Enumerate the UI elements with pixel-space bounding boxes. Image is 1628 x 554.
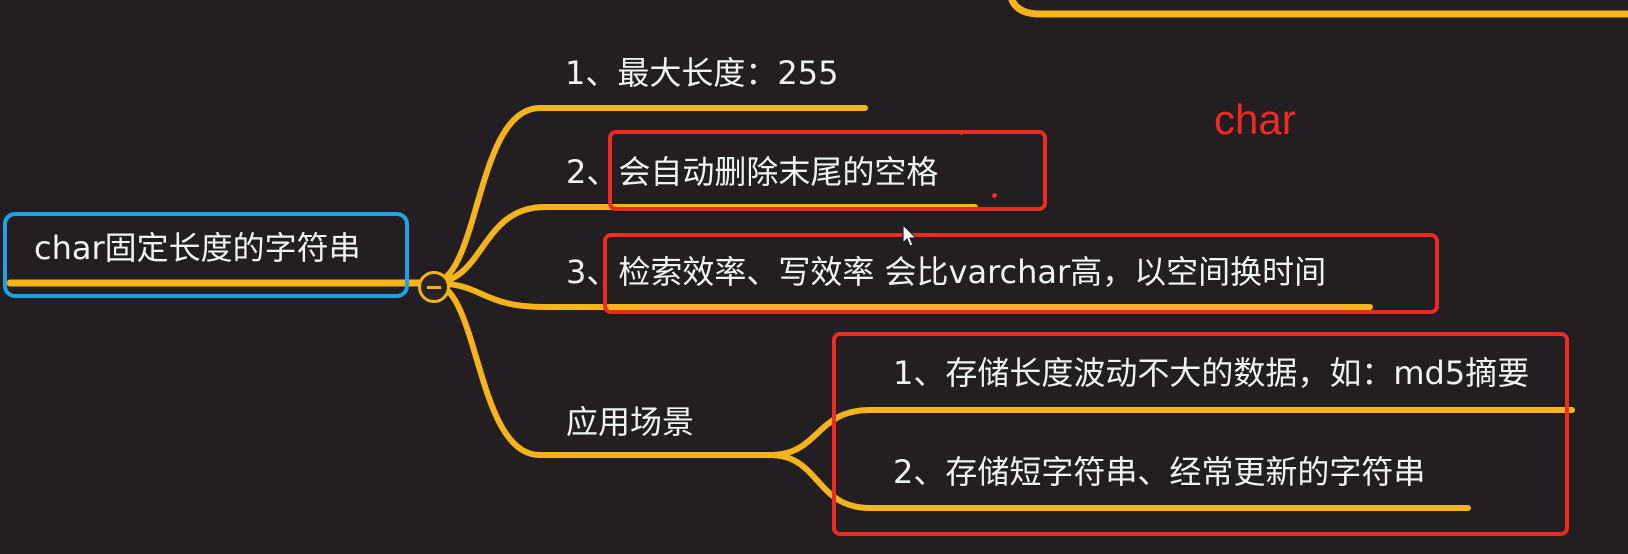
highlight-box-trailing-spaces xyxy=(608,130,1047,211)
highlight-box-efficiency xyxy=(603,233,1439,314)
branch-label-max-length[interactable]: 1、最大长度：255 xyxy=(565,53,838,93)
highlight-box-use-cases xyxy=(832,332,1569,536)
branch-label-use-cases[interactable]: 应用场景 xyxy=(566,402,694,442)
annotation-dot xyxy=(960,132,963,135)
root-node-label[interactable]: char固定长度的字符串 xyxy=(34,228,361,268)
mouse-cursor-icon xyxy=(902,224,918,247)
annotation-dot xyxy=(992,193,997,198)
collapse-toggle-icon[interactable] xyxy=(418,271,450,303)
offscreen-node-underline xyxy=(1008,0,1628,18)
annotation-char: char xyxy=(1214,96,1296,143)
